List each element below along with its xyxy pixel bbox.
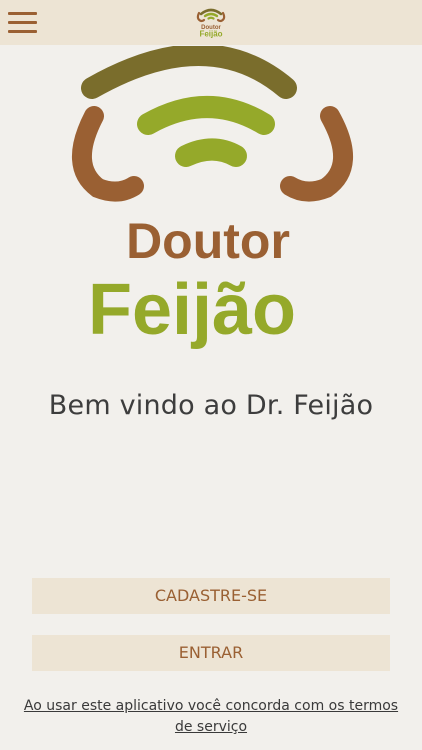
hamburger-menu-icon[interactable] [8, 12, 37, 33]
logo-arc-middle [137, 96, 275, 135]
logo-name-top: Doutor [126, 213, 290, 269]
logo-arc-top [81, 46, 297, 99]
logo-name-bottom: Feijão [88, 270, 296, 350]
signup-button[interactable]: CADASTRE-SE [32, 578, 390, 614]
app-logo-small: Doutor Feijão [196, 8, 226, 39]
welcome-text: Bem vindo ao Dr. Feijão [48, 390, 374, 421]
logo-arc-left [72, 106, 144, 202]
login-button[interactable]: ENTRAR [32, 635, 390, 671]
small-logo-bottom-text: Feijão [199, 30, 222, 39]
top-bar: Doutor Feijão [0, 0, 422, 45]
terms-of-service-link[interactable]: Ao usar este aplicativo você concorda co… [18, 696, 404, 738]
logo-arc-bottom [175, 138, 247, 167]
doutor-feijao-logo: Doutor Feijão [72, 46, 353, 350]
logo-arc-right [280, 106, 353, 202]
